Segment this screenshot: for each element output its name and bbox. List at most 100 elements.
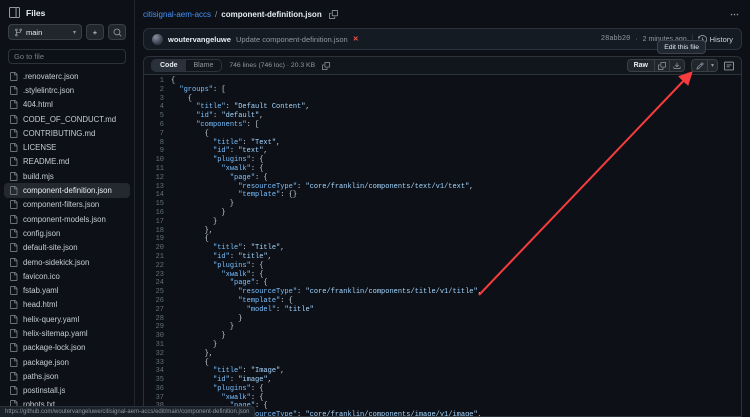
line-number[interactable]: 7 xyxy=(144,130,171,139)
file-tree-item[interactable]: component-filters.json xyxy=(4,198,130,212)
line-number[interactable]: 21 xyxy=(144,253,171,262)
line-number[interactable]: 18 xyxy=(144,227,171,236)
file-tree-item[interactable]: LICENSE xyxy=(4,140,130,154)
code-line-text: } xyxy=(171,208,226,217)
line-number[interactable]: 28 xyxy=(144,315,171,324)
line-number[interactable]: 22 xyxy=(144,262,171,271)
file-name: favicon.ico xyxy=(23,271,60,281)
line-number[interactable]: 26 xyxy=(144,297,171,306)
raw-button[interactable]: Raw xyxy=(628,60,654,71)
file-icon xyxy=(9,371,18,381)
line-number[interactable]: 19 xyxy=(144,235,171,244)
line-number[interactable]: 11 xyxy=(144,165,171,174)
line-number[interactable]: 36 xyxy=(144,385,171,394)
copy-icon[interactable] xyxy=(322,61,331,70)
line-number[interactable]: 24 xyxy=(144,279,171,288)
line-number[interactable]: 1 xyxy=(144,77,171,86)
file-name: 404.html xyxy=(23,100,53,110)
code-row: 2 "groups": [ xyxy=(144,86,741,95)
file-tree-item[interactable]: fstab.yaml xyxy=(4,283,130,297)
line-number[interactable]: 3 xyxy=(144,95,171,104)
file-tree: .renovaterc.json .stylelintrc.json 404.htm… xyxy=(0,67,134,417)
avatar[interactable] xyxy=(152,33,163,45)
line-number[interactable]: 9 xyxy=(144,147,171,156)
line-number[interactable]: 35 xyxy=(144,376,171,385)
file-tree-item[interactable]: package-lock.json xyxy=(4,341,130,355)
file-icon xyxy=(9,186,18,196)
line-number[interactable]: 16 xyxy=(144,209,171,218)
file-tree-item[interactable]: postinstall.js xyxy=(4,384,130,398)
file-tree-item[interactable]: demo-sidekick.json xyxy=(4,255,130,269)
code-line-text: "page": { xyxy=(229,279,268,288)
line-number[interactable]: 14 xyxy=(144,191,171,200)
file-tree-item[interactable]: CODE_OF_CONDUCT.md xyxy=(4,112,130,126)
line-number[interactable]: 33 xyxy=(144,359,171,368)
line-number[interactable]: 27 xyxy=(144,306,171,315)
file-tree-item[interactable]: paths.json xyxy=(4,369,130,383)
search-repo-button[interactable] xyxy=(108,24,126,40)
file-name: helix-sitemap.yaml xyxy=(23,328,88,338)
line-number[interactable]: 10 xyxy=(144,156,171,165)
branch-selector[interactable]: main ▾ xyxy=(8,24,82,40)
file-tree-item[interactable]: default-site.json xyxy=(4,241,130,255)
file-tree-item[interactable]: helix-query.yaml xyxy=(4,312,130,326)
line-number[interactable]: 37 xyxy=(144,394,171,403)
file-tree-item[interactable]: .stylelintrc.json xyxy=(4,83,130,97)
line-number[interactable]: 20 xyxy=(144,244,171,253)
file-tree-item[interactable]: component-models.json xyxy=(4,212,130,226)
file-tree-item[interactable]: build.mjs xyxy=(4,169,130,183)
line-number[interactable]: 2 xyxy=(144,86,171,95)
collapse-file-tree-icon[interactable] xyxy=(9,7,20,18)
file-tree-item[interactable]: 404.html xyxy=(4,98,130,112)
code-row: 3 { xyxy=(144,95,741,104)
search-icon xyxy=(113,28,122,37)
line-number[interactable]: 6 xyxy=(144,121,171,130)
commit-message[interactable]: Update component-definition.json xyxy=(236,35,348,44)
more-options-icon[interactable]: ⋯ xyxy=(730,9,740,20)
line-number[interactable]: 29 xyxy=(144,323,171,332)
line-number[interactable]: 13 xyxy=(144,183,171,192)
file-tree-item[interactable]: README.md xyxy=(4,155,130,169)
file-tree-item[interactable]: package.json xyxy=(4,355,130,369)
file-tree-item[interactable]: config.json xyxy=(4,226,130,240)
code-line-text: "xwalk": { xyxy=(221,164,264,173)
breadcrumb-repo-link[interactable]: citisignal-aem-accs xyxy=(143,10,211,19)
file-tree-item[interactable]: CONTRIBUTING.md xyxy=(4,126,130,140)
line-number[interactable]: 31 xyxy=(144,341,171,350)
file-icon xyxy=(9,286,18,296)
add-file-button[interactable]: + xyxy=(86,24,104,40)
line-number[interactable]: 23 xyxy=(144,271,171,280)
line-number[interactable]: 4 xyxy=(144,103,171,112)
line-number[interactable]: 15 xyxy=(144,200,171,209)
line-number[interactable]: 5 xyxy=(144,112,171,121)
file-tree-item[interactable]: .renovaterc.json xyxy=(4,69,130,83)
commit-sha[interactable]: 28abb20 xyxy=(601,35,630,43)
code-line-text: "id": "default", xyxy=(196,112,264,121)
line-number[interactable]: 17 xyxy=(144,218,171,227)
file-icon xyxy=(9,157,18,167)
file-name: .stylelintrc.json xyxy=(23,85,75,95)
tab-code[interactable]: Code xyxy=(152,60,186,71)
edit-pencil-icon[interactable] xyxy=(692,60,707,71)
file-tree-item[interactable]: head.html xyxy=(4,298,130,312)
copy-raw-icon[interactable] xyxy=(654,60,669,71)
copy-path-icon[interactable] xyxy=(328,10,338,19)
download-icon[interactable] xyxy=(669,60,684,71)
line-number[interactable]: 30 xyxy=(144,332,171,341)
tab-blame[interactable]: Blame xyxy=(186,60,222,71)
file-tree-item[interactable]: component-definition.json xyxy=(4,183,130,198)
line-number[interactable]: 34 xyxy=(144,367,171,376)
line-number[interactable]: 12 xyxy=(144,174,171,183)
checks-failed-icon[interactable]: ✕ xyxy=(353,35,359,43)
line-number[interactable]: 32 xyxy=(144,350,171,359)
go-to-file-input[interactable] xyxy=(8,49,126,64)
file-name: fstab.yaml xyxy=(23,286,59,296)
line-number[interactable]: 25 xyxy=(144,288,171,297)
code-line-text: } xyxy=(171,200,235,209)
line-number[interactable]: 8 xyxy=(144,139,171,148)
file-tree-item[interactable]: favicon.ico xyxy=(4,269,130,283)
edit-dropdown-icon[interactable]: ▾ xyxy=(707,60,717,71)
file-tree-item[interactable]: helix-sitemap.yaml xyxy=(4,326,130,340)
symbols-panel-icon[interactable] xyxy=(724,61,734,71)
commit-author[interactable]: woutervangeluwe xyxy=(168,35,231,44)
